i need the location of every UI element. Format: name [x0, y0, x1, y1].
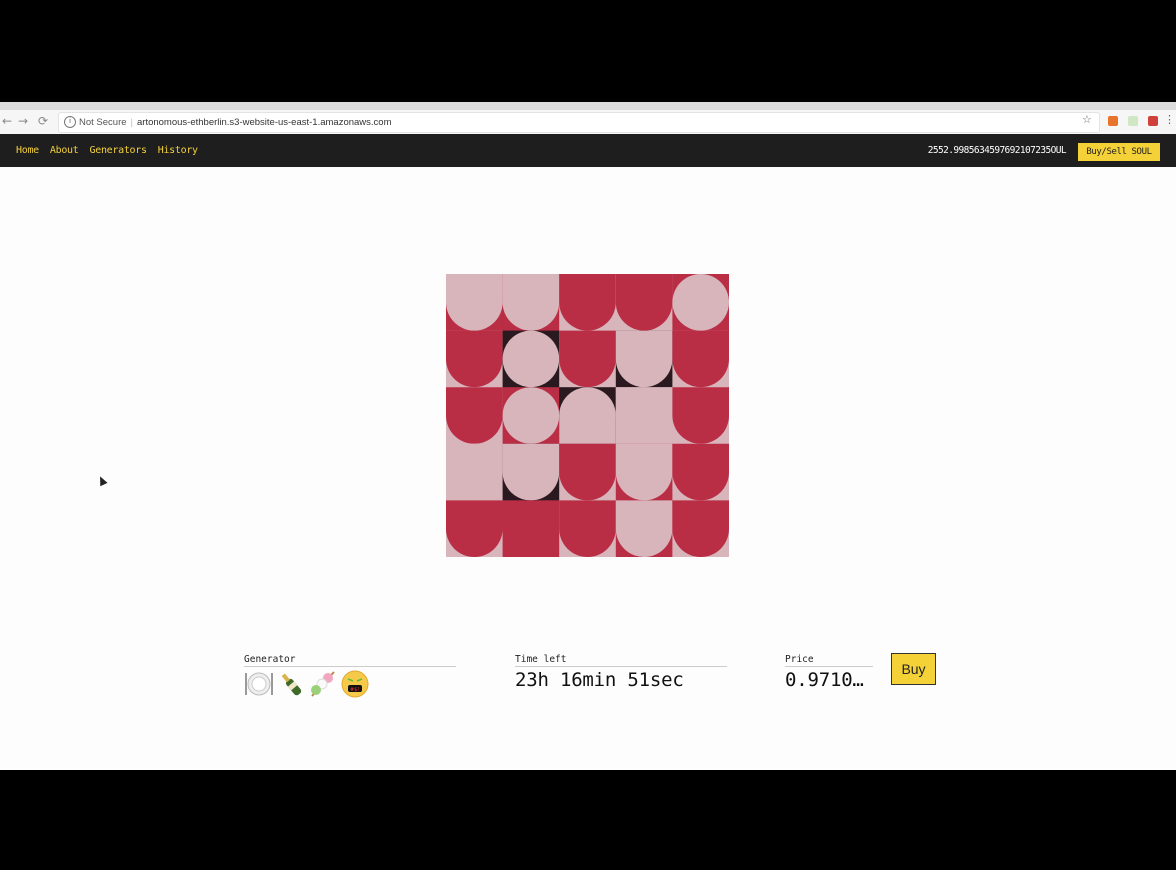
soul-balance: 2552.9985634597692107235OUL [927, 145, 1067, 156]
art-shape [446, 387, 503, 444]
time-left-value: 23h 16min 51sec [515, 669, 684, 691]
nav-home[interactable]: Home [16, 145, 39, 156]
plate-with-cutlery-icon [245, 672, 273, 696]
art-shape [672, 387, 729, 444]
app-navbar: Home About Generators History 2552.99856… [0, 134, 1176, 167]
omnibox-separator: | [130, 117, 133, 128]
nav-links: Home About Generators History [16, 134, 198, 167]
art-shape [672, 500, 729, 557]
price-column: Price 0.9710… [785, 654, 873, 691]
art-shape [615, 274, 673, 331]
art-shape [559, 274, 616, 331]
back-icon[interactable]: ← [0, 113, 14, 129]
svg-text:#$!: #$! [350, 687, 359, 693]
browser-window: ← → ⟳ i Not Secure | artonomous-ethberlin.s… [0, 102, 1176, 770]
url-text: artonomous-ethberlin.s3-website-us-east-… [137, 117, 392, 128]
nav-about[interactable]: About [50, 145, 79, 156]
forward-icon[interactable]: → [16, 113, 30, 129]
art-shape [446, 443, 503, 501]
extension-icon[interactable] [1108, 116, 1118, 126]
art-shape [502, 443, 560, 501]
art-shape [559, 500, 616, 557]
art-shape [672, 330, 729, 388]
art-shape [446, 500, 503, 557]
generator-label: Generator [244, 654, 456, 667]
art-shape [559, 330, 616, 388]
info-icon[interactable]: i [64, 116, 76, 129]
art-shape [615, 443, 673, 501]
tab-strip [0, 102, 1176, 110]
art-shape [672, 443, 729, 501]
art-shape [502, 330, 560, 388]
art-shape [672, 274, 729, 331]
art-shape [615, 387, 673, 444]
art-shape [559, 443, 616, 501]
buy-sell-soul-button[interactable]: Buy/Sell SOUL [1078, 143, 1160, 161]
extension-icon[interactable] [1128, 116, 1138, 126]
time-left-column: Time left 23h 16min 51sec [515, 654, 727, 691]
extension-icon[interactable] [1148, 116, 1158, 126]
reload-icon[interactable]: ⟳ [36, 113, 50, 129]
nav-generators[interactable]: Generators [90, 145, 148, 156]
generator-emojis[interactable]: #$! [244, 669, 456, 699]
art-shape [615, 500, 673, 557]
art-shape [559, 387, 616, 444]
security-label: Not Secure [79, 117, 127, 128]
generator-column: Generator #$! [244, 654, 456, 699]
price-label: Price [785, 654, 873, 667]
art-shape [446, 274, 503, 331]
buy-button[interactable]: Buy [891, 653, 936, 685]
face-with-symbols-icon: #$! [341, 670, 369, 698]
art-shape [502, 274, 560, 331]
art-shape [446, 330, 503, 388]
time-left-label: Time left [515, 654, 727, 667]
champagne-bottle-icon [281, 673, 302, 696]
generated-artwork [446, 274, 729, 557]
art-shape [502, 500, 560, 557]
artwork-canvas [446, 274, 729, 557]
nav-history[interactable]: History [158, 145, 198, 156]
art-shape [502, 387, 560, 444]
art-shape [615, 330, 673, 388]
price-value: 0.9710… [785, 669, 864, 691]
browser-menu-icon[interactable]: ⋮ [1164, 113, 1175, 126]
address-bar[interactable]: i Not Secure | artonomous-ethberlin.s3-webs… [58, 112, 1100, 133]
dango-icon [311, 671, 335, 697]
mouse-cursor [96, 474, 108, 487]
browser-toolbar: ← → ⟳ i Not Secure | artonomous-ethberlin.s… [0, 110, 1176, 135]
bookmark-star-icon[interactable]: ☆ [1082, 113, 1092, 126]
